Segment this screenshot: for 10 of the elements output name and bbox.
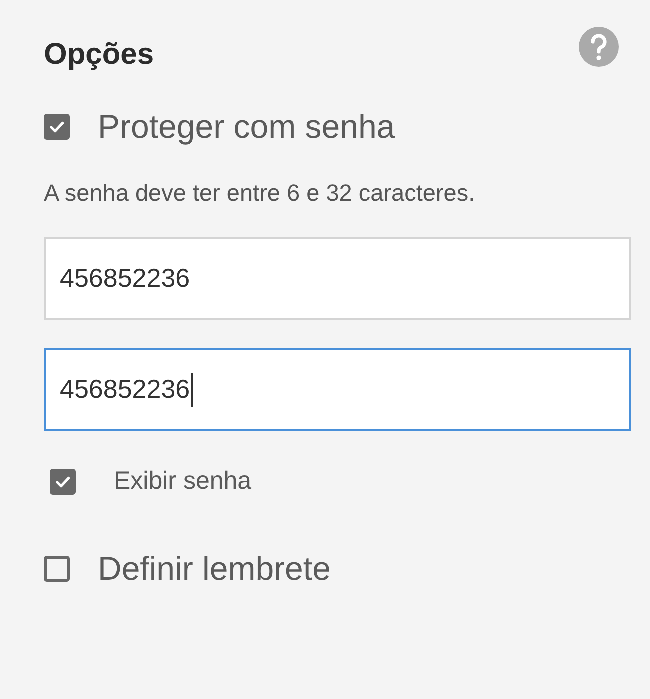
checkbox-label: Definir lembrete (98, 550, 331, 588)
password-field[interactable]: 456852236 (44, 348, 631, 431)
hint-text: A senha deve ter entre 6 e 32 caracteres. (44, 180, 476, 207)
checkbox-label: Exibir senha (114, 467, 252, 496)
checkbox[interactable] (50, 468, 76, 494)
checkbox[interactable] (44, 114, 70, 140)
checkbox[interactable] (44, 556, 70, 582)
section-title: Opções (44, 38, 154, 72)
password-field[interactable]: 456852236 (44, 237, 631, 320)
checkbox-label: Proteger com senha (98, 108, 396, 146)
